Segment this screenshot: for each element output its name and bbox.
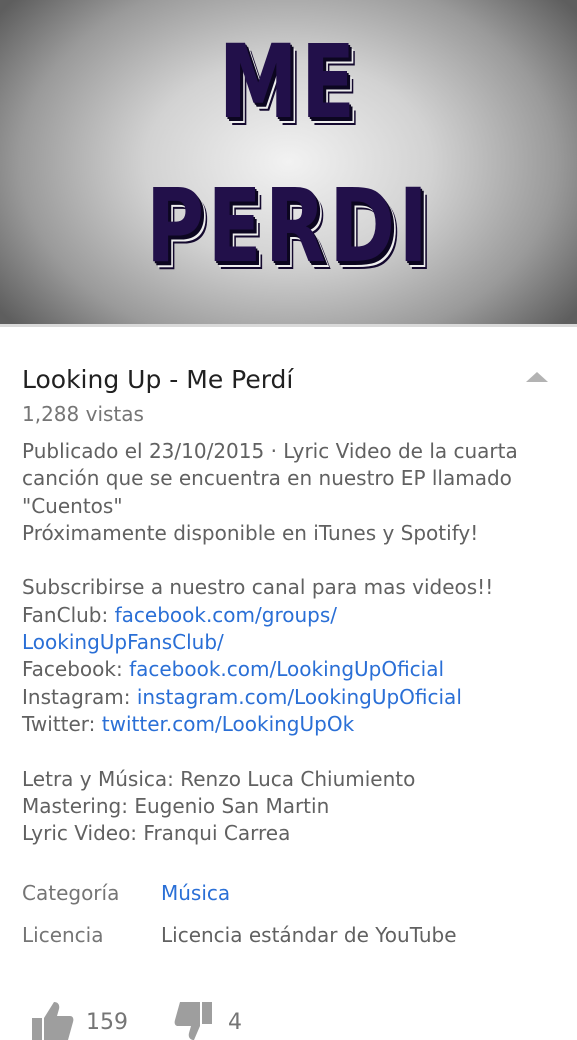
description-link-label: Instagram: (22, 684, 137, 709)
like-count: 159 (86, 1010, 128, 1035)
collapse-description-icon[interactable] (526, 372, 548, 382)
like-button[interactable]: 159 (30, 1000, 140, 1040)
description-link[interactable]: instagram.com/LookingUpOficial (137, 685, 462, 709)
description-line: Letra y Música: Renzo Luca Chiumiento (22, 766, 416, 791)
video-player[interactable]: ME PERDI (0, 0, 577, 324)
thumbnail-title-line1: ME (218, 23, 359, 142)
description-line: Próximamente disponible en iTunes y Spot… (22, 520, 479, 545)
description-link[interactable]: LookingUpFansClub/ (22, 630, 224, 654)
description-line: Lyric Video: Franqui Carrea (22, 821, 291, 846)
description-link-label: Facebook: (22, 657, 130, 682)
view-count: 1,288 vistas (22, 402, 144, 426)
description-line: Mastering: Eugenio San Martin (22, 793, 330, 818)
dislike-count: 4 (228, 1010, 242, 1035)
video-title: Looking Up - Me Perdí (22, 365, 294, 394)
video-description: Publicado el 23/10/2015 · Lyric Video de… (22, 438, 562, 847)
description-link-label: FanClub: (22, 602, 115, 627)
thumbs-up-icon (32, 1002, 74, 1040)
description-link[interactable]: twitter.com/LookingUpOk (102, 712, 354, 736)
thumbs-down-icon (174, 1002, 212, 1040)
description-line: Subscribirse a nuestro canal para mas vi… (22, 575, 494, 600)
description-link[interactable]: facebook.com/LookingUpOficial (129, 657, 444, 681)
video-divider (0, 324, 577, 327)
description-blank-line (22, 738, 562, 765)
license-value: Licencia estándar de YouTube (161, 923, 457, 947)
description-line: Facebook: facebook.com/LookingUpOficial (22, 656, 562, 683)
description-line: "Cuentos" (22, 493, 123, 518)
description-line: canción que se encuentra en nuestro EP l… (22, 466, 512, 491)
description-line: Instagram: instagram.com/LookingUpOficia… (22, 684, 562, 711)
category-link[interactable]: Música (161, 879, 230, 907)
category-label: Categoría (22, 881, 120, 905)
dislike-button[interactable]: 4 (172, 1000, 262, 1040)
thumbnail-title-line2: PERDI (145, 167, 432, 286)
license-label: Licencia (22, 923, 104, 947)
description-line: Twitter: twitter.com/LookingUpOk (22, 711, 562, 738)
description-link-label: Twitter: (22, 711, 102, 736)
description-line: Publicado el 23/10/2015 · Lyric Video de… (22, 439, 518, 463)
description-line: LookingUpFansClub/ (22, 629, 562, 656)
action-bar: 159 4 (0, 1000, 577, 1040)
description-line: FanClub: facebook.com/groups/ (22, 602, 562, 629)
description-blank-line (22, 547, 562, 574)
description-link[interactable]: facebook.com/groups/ (115, 603, 337, 627)
